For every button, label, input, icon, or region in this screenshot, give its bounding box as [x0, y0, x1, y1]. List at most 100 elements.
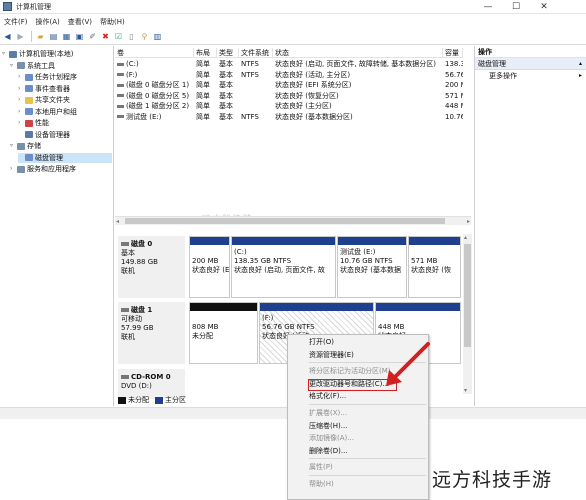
column-header[interactable]: 状态	[273, 48, 443, 58]
partition-line: 571 MB	[411, 257, 438, 265]
scroll-thumb[interactable]	[125, 218, 445, 224]
back-arrow-icon[interactable]: ◀	[2, 31, 13, 42]
tree-node-icon	[17, 165, 25, 173]
tree-item[interactable]: ▿ 计算机管理(本地)	[2, 49, 73, 59]
actions-section-disk-management[interactable]: 磁盘管理 ▴	[475, 58, 586, 70]
tree-node-icon	[25, 154, 33, 161]
volume-cell: NTFS	[241, 70, 259, 79]
volume-row[interactable]: (C:) 简单 基本 NTFS 状态良好 (启动, 页面文件, 故障转储, 基本数据分区…	[115, 59, 463, 70]
volume-cell: 状态良好 (基本数据分区)	[275, 112, 353, 121]
tree-item[interactable]: ▿ 系统工具	[10, 61, 55, 71]
expand-arrow-icon[interactable]: ▿	[10, 61, 17, 71]
scroll-up-icon[interactable]: ▴	[464, 234, 467, 241]
tree-item-label: 事件查看器	[35, 84, 70, 93]
volume-row[interactable]: (磁盘 1 磁盘分区 2) 简单 基本 状态良好 (主分区) 448 MB	[115, 101, 463, 112]
scroll-left-icon[interactable]: ◂	[116, 217, 119, 226]
tree-item[interactable]: ▿ 存储	[10, 141, 41, 151]
column-header[interactable]: 文件系统	[239, 48, 273, 58]
tree-item[interactable]: › 共享文件夹	[18, 95, 70, 105]
more-actions-item[interactable]: 更多操作 ▸	[475, 70, 586, 82]
menu-view[interactable]: 查看(V)	[64, 17, 96, 27]
change-drive-letter-menu-item[interactable]: 更改驱动器号和路径(C)...	[288, 378, 428, 390]
disk-name: 磁盘 0	[131, 240, 153, 248]
context-menu-item[interactable]: 资源管理器(E)	[288, 349, 428, 361]
disk-name: 磁盘 1	[131, 306, 153, 314]
context-menu-item[interactable]: 将分区标记为活动分区(M)	[288, 365, 428, 377]
menu-help[interactable]: 帮助(H)	[96, 17, 129, 27]
volume-row[interactable]: 测试盘 (E:) 简单基本 NTFS 状态良好 (基本数据分区) 10.76 C	[115, 112, 463, 123]
tree-item[interactable]: › 任务计划程序	[18, 72, 77, 82]
window-title: 计算机管理	[16, 2, 51, 11]
check-icon[interactable]: ☑	[113, 31, 124, 42]
details-icon[interactable]: ▤	[48, 31, 59, 42]
disk-info[interactable]: 磁盘 0 基本 149.88 GB 联机	[118, 236, 185, 298]
partition-block[interactable]: 808 MB 未分配	[189, 302, 258, 364]
scroll-down-icon[interactable]: ▾	[464, 387, 467, 394]
context-menu-item[interactable]: 压缩卷(H)...	[288, 420, 428, 432]
delete-icon[interactable]: ✖	[100, 31, 111, 42]
legend-label-primary: 主分区	[165, 396, 186, 404]
expand-arrow-icon[interactable]: ▿	[2, 49, 9, 59]
volume-cell: 基本	[219, 112, 233, 121]
volume-row[interactable]: (磁盘 0 磁盘分区 5) 简单基本 状态良好 (恢复分区) 571 ME	[115, 91, 463, 102]
context-menu-item[interactable]: 属性(P)	[288, 461, 428, 473]
column-header[interactable]: 布局	[194, 48, 217, 58]
menu-file[interactable]: 文件(F)	[0, 17, 32, 27]
properties-icon[interactable]: ▦	[61, 31, 72, 42]
volume-cell: 简单	[196, 70, 210, 79]
expand-arrow-icon[interactable]: ›	[18, 84, 25, 94]
tree-item[interactable]: › 本地用户和组	[18, 107, 77, 117]
tree-item[interactable]: › 性能	[18, 118, 49, 128]
close-button[interactable]: ✕	[530, 0, 558, 14]
partition-block[interactable]: 200 MB状态良好 (EFI	[189, 236, 230, 298]
tree-item[interactable]: › 事件查看器	[18, 84, 70, 94]
expand-arrow-icon[interactable]: ▿	[10, 141, 17, 151]
disk-info[interactable]: 磁盘 1 可移动 57.99 GB 联机	[118, 302, 185, 364]
scroll-thumb[interactable]	[464, 244, 471, 347]
partition-block[interactable]: 571 MB 状态良好 (恢	[408, 236, 461, 298]
disk-detail: 可移动	[121, 315, 142, 323]
tree-item[interactable]: 磁盘管理	[18, 152, 112, 163]
volume-list-horizontal-scrollbar[interactable]: ◂ ▸	[115, 216, 471, 225]
context-menu-item[interactable]: 打开(O)	[288, 336, 428, 348]
context-menu-item[interactable]: 帮助(H)	[288, 478, 428, 490]
disk-view-vertical-scrollbar[interactable]: ▴ ▾	[463, 234, 472, 394]
expand-arrow-icon[interactable]: ›	[10, 164, 17, 174]
partition-line: 448 MB	[378, 323, 405, 331]
connect-icon[interactable]: ✐	[87, 31, 98, 42]
expand-arrow-icon[interactable]: ›	[18, 72, 25, 82]
expand-arrow-icon[interactable]: ›	[18, 107, 25, 117]
column-header[interactable]: 类型	[217, 48, 239, 58]
context-menu-item[interactable]: 删除卷(D)...	[288, 445, 428, 457]
volume-row[interactable]: (F:) 简单基本 NTFS 状态良好 (活动, 主分区) 56.76 C	[115, 70, 463, 81]
scroll-right-icon[interactable]: ▸	[467, 217, 470, 226]
submenu-arrow-icon: ▸	[578, 72, 582, 79]
expand-arrow-icon[interactable]: ›	[18, 95, 25, 105]
menu-action[interactable]: 操作(A)	[32, 17, 64, 27]
forward-arrow-icon[interactable]: ▶	[15, 31, 26, 42]
partition-block[interactable]: (C:) 138.35 GB NTFS 状态良好 (启动, 页面文件, 故	[231, 236, 336, 298]
tree-item[interactable]: › 服务和应用程序	[10, 164, 76, 174]
folder-icon[interactable]: ▰	[35, 31, 46, 42]
disk-detail: 联机	[121, 333, 135, 341]
context-menu-item[interactable]: 格式化(F)...	[288, 390, 428, 402]
volume-cell: 基本	[219, 102, 233, 110]
collapse-up-icon[interactable]: ▴	[579, 58, 582, 70]
expand-arrow-icon[interactable]: ›	[18, 118, 25, 128]
column-header[interactable]: 容量	[443, 48, 463, 58]
volume-row[interactable]: (磁盘 0 磁盘分区 1) 简单 基本 状态良好 (EFI 系统分区) 200 MB	[115, 80, 463, 91]
partition-text: 测试盘 (E:) 10.76 GB NTFS 状态良好 (基本数据	[338, 245, 406, 278]
context-menu-item[interactable]: 添加镜像(A)...	[288, 432, 428, 444]
partition-line	[192, 314, 255, 323]
export-icon[interactable]: ▥	[152, 31, 163, 42]
help-icon[interactable]: ▣	[74, 31, 85, 42]
context-menu: 打开(O) 资源管理器(E) 将分区标记为活动分区(M) 更改驱动器号和路径(C)..…	[287, 334, 429, 500]
context-menu-item[interactable]: 扩展卷(X)...	[288, 407, 428, 419]
column-header[interactable]: 卷	[115, 48, 194, 58]
search-icon[interactable]: ⚲	[139, 31, 150, 42]
tree-item[interactable]: 设备管理器	[18, 130, 70, 140]
partition-block[interactable]: 测试盘 (E:) 10.76 GB NTFS 状态良好 (基本数据	[337, 236, 407, 298]
new-icon[interactable]: ▯	[126, 31, 137, 42]
maximize-button[interactable]: ☐	[502, 0, 530, 14]
minimize-button[interactable]: —	[474, 0, 502, 14]
